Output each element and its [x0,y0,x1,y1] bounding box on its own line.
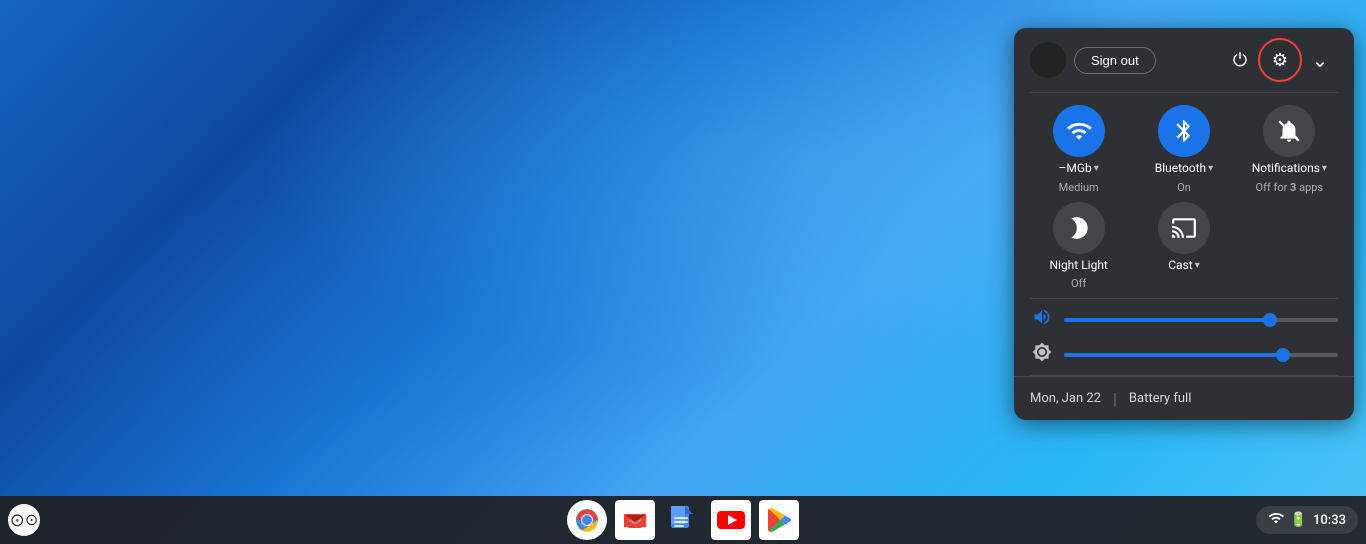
play-store-app-icon[interactable] [759,500,799,540]
cast-label-row: Cast ▾ [1168,258,1200,274]
time-display: 10:33 [1313,513,1346,528]
notifications-toggle[interactable]: Notifications ▾ Off for 3 apps [1241,105,1338,194]
volume-icon [1030,307,1054,332]
docs-app-icon[interactable] [663,500,703,540]
power-icon: ⏻ [1233,50,1247,71]
volume-slider-row [1030,307,1338,332]
brightness-slider-fill [1064,353,1283,357]
chevron-down-icon: ⌄ [1312,48,1329,73]
system-tray[interactable]: 🔋 10:33 [1256,506,1358,534]
wifi-toggle[interactable]: –MGb ▾ Medium [1030,105,1127,194]
wifi-toggle-icon [1053,105,1105,157]
notifications-sublabel: Off for 3 apps [1256,181,1324,194]
taskbar-right: 🔋 10:33 [1256,506,1358,534]
notifications-toggle-icon [1263,105,1315,157]
bluetooth-toggle[interactable]: Bluetooth ▾ On [1135,105,1232,194]
notifications-label: Notifications [1252,161,1320,177]
quick-settings-panel: Sign out ⏻ ⚙ ⌄ [1014,28,1354,420]
taskbar-apps [567,500,799,540]
night-light-sublabel: Off [1071,277,1086,290]
taskbar-left: ⊙ [8,504,40,536]
wifi-arrow-icon: ▾ [1094,163,1099,174]
bluetooth-label-row: Bluetooth ▾ [1155,161,1213,177]
cast-arrow-icon: ▾ [1195,260,1200,271]
cast-toggle-icon [1158,202,1210,254]
wifi-label-row: –MGb ▾ [1059,161,1099,177]
wifi-tray-icon [1268,510,1284,530]
launcher-icon: ⊙ [25,510,38,530]
chrome-app-icon[interactable] [567,500,607,540]
sign-out-button[interactable]: Sign out [1074,47,1156,74]
battery-status: Battery full [1129,391,1191,406]
bluetooth-sublabel: On [1177,181,1191,194]
night-light-label: Night Light [1049,258,1107,274]
footer-separator: | [1113,389,1117,408]
notifications-label-row: Notifications ▾ [1252,161,1327,177]
settings-button[interactable]: ⚙ [1262,42,1298,78]
header-icons: ⏻ ⚙ ⌄ [1222,42,1338,78]
wifi-sublabel: Medium [1059,181,1099,194]
youtube-app-icon[interactable] [711,500,751,540]
night-light-toggle-icon [1053,202,1105,254]
avatar [1030,42,1066,78]
sliders-section [1014,299,1354,375]
desktop: Sign out ⏻ ⚙ ⌄ [0,0,1366,544]
bluetooth-label: Bluetooth [1155,161,1206,177]
brightness-slider-row [1030,342,1338,367]
bluetooth-toggle-icon [1158,105,1210,157]
taskbar: ⊙ [0,496,1366,544]
cast-label: Cast [1168,258,1192,274]
brightness-slider-thumb [1276,348,1290,362]
brightness-icon [1030,342,1054,367]
gmail-app-icon[interactable] [615,500,655,540]
night-light-toggle[interactable]: Night Light Off [1030,202,1127,291]
volume-slider-track[interactable] [1064,318,1338,322]
date-text: Mon, Jan 22 [1030,391,1101,406]
toggles-row-1: –MGb ▾ Medium Bluetooth ▾ [1030,105,1338,194]
battery-tray-icon: 🔋 [1290,512,1307,528]
collapse-button[interactable]: ⌄ [1302,42,1338,78]
launcher-button[interactable]: ⊙ [8,504,40,536]
cast-toggle[interactable]: Cast ▾ [1135,202,1232,291]
quick-settings-header: Sign out ⏻ ⚙ ⌄ [1014,28,1354,92]
brightness-slider-track[interactable] [1064,353,1338,357]
notifications-arrow-icon: ▾ [1322,163,1327,174]
toggles-row-2: Night Light Off Cast ▾ [1030,202,1338,291]
settings-icon: ⚙ [1272,50,1288,71]
quick-settings-footer: Mon, Jan 22 | Battery full [1014,376,1354,420]
bluetooth-arrow-icon: ▾ [1208,163,1213,174]
volume-slider-fill [1064,318,1270,322]
power-button[interactable]: ⏻ [1222,42,1258,78]
cast-sublabel [1183,277,1186,290]
wifi-label: –MGb [1059,161,1092,177]
volume-slider-thumb [1263,313,1277,327]
